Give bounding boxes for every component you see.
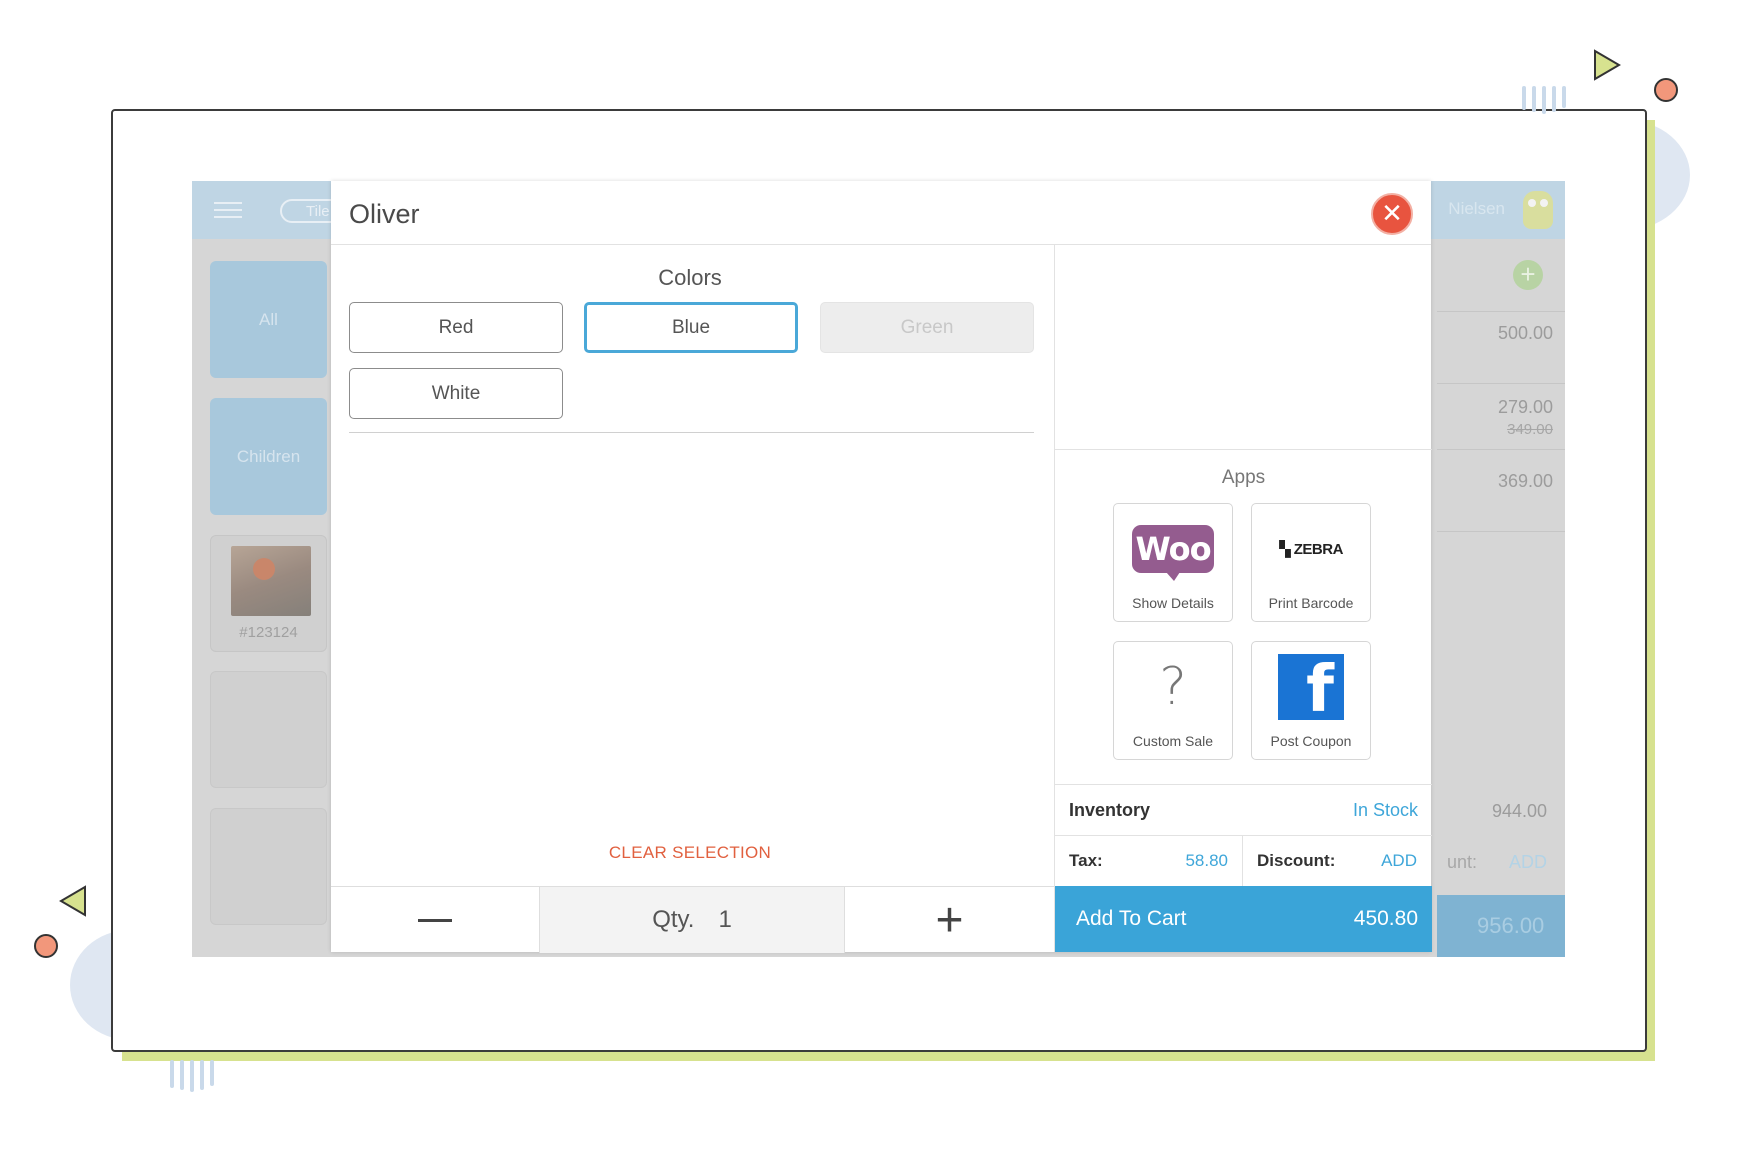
app-print-barcode[interactable]: ▚ ZEBRA Print Barcode xyxy=(1251,503,1371,622)
add-to-cart-label: Add To Cart xyxy=(1076,907,1187,930)
cart-line-price: 500.00 xyxy=(1497,323,1553,343)
owl-avatar-icon[interactable] xyxy=(1523,191,1553,229)
details-panel: Apps Woo Show Details ▚ ZEBRA Print Barc… xyxy=(1054,245,1432,952)
question-mark-icon: ? xyxy=(1159,657,1187,717)
triangle-back-icon xyxy=(58,884,88,923)
logo-wrapper: Woo xyxy=(1114,516,1232,582)
app-label: Post Coupon xyxy=(1270,733,1352,749)
logo-wrapper: f xyxy=(1252,654,1370,720)
apps-label: Apps xyxy=(1221,467,1266,488)
decorative-stripes xyxy=(170,1060,214,1092)
inventory-status[interactable]: In Stock xyxy=(1353,800,1418,821)
plus-icon[interactable]: + xyxy=(845,887,1054,953)
inventory-label: Inventory xyxy=(1069,799,1151,820)
quantity-value[interactable]: 1 xyxy=(718,906,731,934)
minus-icon[interactable] xyxy=(331,887,539,953)
add-customer-icon[interactable]: + xyxy=(1513,260,1543,290)
modal-title: Oliver xyxy=(349,199,420,229)
logo-wrapper: ? xyxy=(1114,654,1232,720)
decorative-stripes xyxy=(1522,86,1566,114)
logo-wrapper: ▚ ZEBRA xyxy=(1252,516,1370,582)
app-label: Custom Sale xyxy=(1132,733,1214,749)
triangle-play-icon xyxy=(1592,48,1622,87)
decorative-dot xyxy=(1654,78,1678,102)
category-tile-all[interactable]: All xyxy=(210,261,327,378)
quantity-stepper: Qty. 1 + xyxy=(331,886,1054,953)
divider xyxy=(1437,311,1565,312)
facebook-icon: f xyxy=(1278,654,1344,720)
app-label: Print Barcode xyxy=(1268,595,1354,611)
quantity-label: Qty. xyxy=(652,906,695,933)
modal-header: Oliver ✕ xyxy=(331,181,1431,245)
product-image-area xyxy=(1055,245,1432,450)
app-post-coupon[interactable]: f Post Coupon xyxy=(1251,641,1371,760)
app-label: Show Details xyxy=(1132,595,1214,611)
close-icon[interactable]: ✕ xyxy=(1371,193,1413,235)
category-tile-children[interactable]: Children xyxy=(210,398,327,515)
divider xyxy=(1437,531,1565,532)
clear-selection-button[interactable]: CLEAR SELECTION xyxy=(331,843,1049,863)
zebra-logo-text: ZEBRA xyxy=(1293,541,1344,558)
cart-line-price: 369.00 xyxy=(1497,471,1553,491)
quantity-display[interactable]: Qty. 1 xyxy=(539,887,845,953)
tax-value[interactable]: 58.80 xyxy=(1185,851,1228,871)
decorative-dot xyxy=(34,934,58,958)
color-option-green: Green xyxy=(820,302,1034,353)
color-option-blue[interactable]: Blue xyxy=(584,302,798,353)
product-tile[interactable]: #123124 xyxy=(210,535,327,652)
product-sku: #123124 xyxy=(239,624,298,641)
divider xyxy=(1437,383,1565,384)
tax-cell: Tax: 58.80 xyxy=(1055,836,1243,886)
checkout-total[interactable]: 956.00 xyxy=(1437,895,1565,957)
cart-subtotal: 944.00 xyxy=(1491,801,1547,821)
cart-line-old-price: 349.00 xyxy=(1507,421,1553,438)
empty-tile xyxy=(210,671,327,788)
discount-cell: Discount: ADD xyxy=(1243,836,1431,886)
woocommerce-icon: Woo xyxy=(1132,525,1214,581)
product-modal: Oliver ✕ Colors Red Blue Green White CLE… xyxy=(331,181,1432,953)
divider xyxy=(349,432,1034,433)
color-option-white[interactable]: White xyxy=(349,368,563,419)
discount-label: unt: xyxy=(1446,852,1477,872)
app-show-details[interactable]: Woo Show Details xyxy=(1113,503,1233,622)
empty-tile xyxy=(210,808,327,925)
cart-line-price: 279.00 xyxy=(1497,397,1553,417)
inventory-row: Inventory In Stock xyxy=(1055,784,1432,836)
add-to-cart-price: 450.80 xyxy=(1353,907,1418,930)
divider xyxy=(1437,449,1565,450)
tax-label: Tax: xyxy=(1069,851,1103,870)
tax-discount-row: Tax: 58.80 Discount: ADD xyxy=(1055,836,1432,886)
app-custom-sale[interactable]: ? Custom Sale xyxy=(1113,641,1233,760)
menu-icon[interactable] xyxy=(214,202,242,218)
variation-panel: Colors Red Blue Green White CLEAR SELECT… xyxy=(331,245,1054,886)
add-to-cart-button[interactable]: Add To Cart 450.80 xyxy=(1055,886,1432,952)
color-option-red[interactable]: Red xyxy=(349,302,563,353)
product-image xyxy=(231,546,311,616)
user-name: Nielsen xyxy=(1448,199,1505,218)
variation-label: Colors xyxy=(658,265,722,290)
discount-label: Discount: xyxy=(1257,851,1336,870)
discount-add-button[interactable]: ADD xyxy=(1381,851,1417,871)
discount-add[interactable]: ADD xyxy=(1509,852,1547,873)
zebra-icon: ▚ ZEBRA xyxy=(1279,541,1344,558)
